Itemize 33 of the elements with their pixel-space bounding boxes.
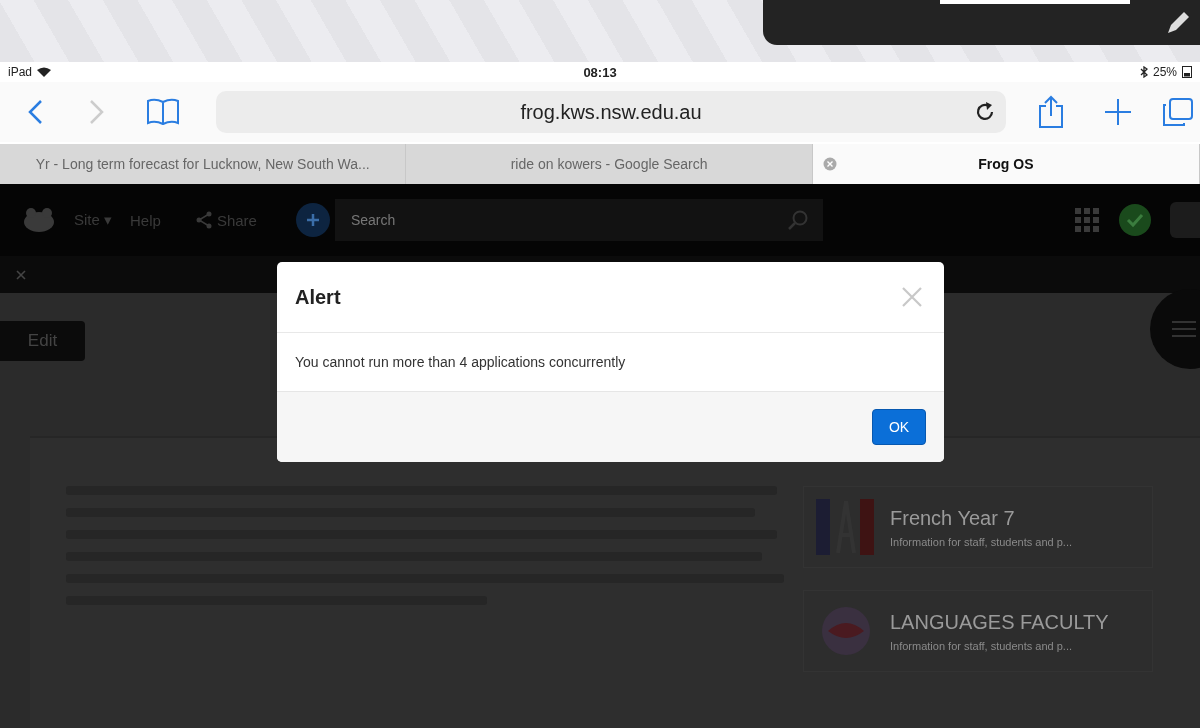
frog-logo-icon[interactable]	[22, 207, 56, 233]
close-icon[interactable]	[822, 157, 837, 171]
search-bar[interactable]: Search	[334, 199, 823, 241]
device-name: iPad	[8, 65, 33, 79]
dialog-title: Alert	[295, 285, 341, 309]
wifi-icon	[37, 67, 52, 77]
clock-time: 08:13	[583, 64, 617, 80]
search-field[interactable]: Search	[348, 211, 787, 229]
new-tab-icon[interactable]	[1104, 98, 1132, 126]
browser-tab[interactable]: Frog OS	[812, 144, 1200, 184]
bluetooth-icon	[1139, 66, 1148, 78]
battery-percent: 25%	[1152, 65, 1177, 79]
course-card[interactable]: French Year 7 Information for staff, students and p...	[803, 486, 1153, 568]
check-icon[interactable]	[1118, 203, 1152, 237]
search-icon[interactable]	[786, 209, 809, 231]
dialog-message: You cannot run more than 4 applications concurrently	[295, 354, 626, 370]
add-icon[interactable]	[294, 202, 331, 238]
book-icon[interactable]	[146, 98, 180, 126]
tabs-icon[interactable]	[1162, 97, 1194, 127]
share-icon[interactable]	[1038, 95, 1064, 129]
ok-button[interactable]: OK	[872, 409, 926, 445]
address-field[interactable]: frog.kws.nsw.edu.au	[216, 91, 1006, 133]
card-title: French Year 7	[890, 506, 1016, 530]
reload-icon[interactable]	[974, 101, 996, 123]
card-title: LANGUAGES FACULTY	[890, 610, 1109, 634]
battery-icon	[1182, 66, 1192, 78]
close-icon[interactable]	[16, 269, 26, 280]
course-card[interactable]: LANGUAGES FACULTY Information for staff, students and p...	[803, 590, 1153, 672]
share-icon[interactable]	[194, 211, 213, 229]
menu-icon[interactable]	[1172, 320, 1196, 338]
card-subtitle: Information for staff, students and p...	[890, 639, 1073, 652]
apps-grid-icon[interactable]	[1074, 207, 1100, 233]
card-subtitle: Information for staff, students and p...	[890, 535, 1072, 548]
